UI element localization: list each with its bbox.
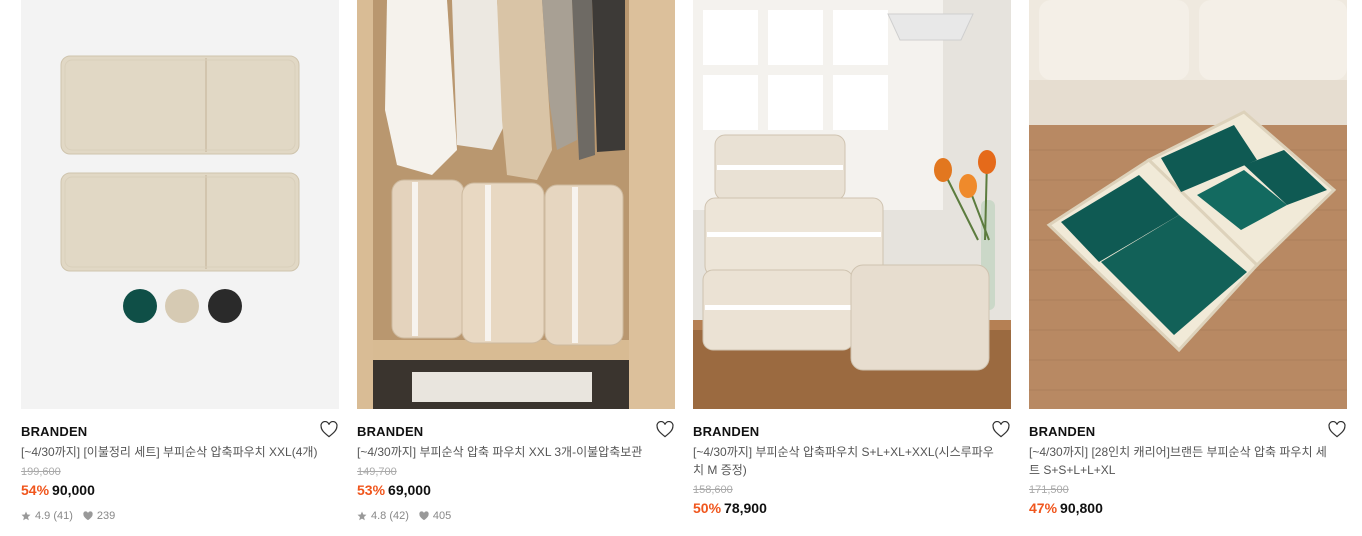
sale-price: 90,800 xyxy=(1060,500,1103,516)
original-price: 171,500 xyxy=(1029,484,1069,496)
heart-icon[interactable] xyxy=(320,421,338,438)
price-row: 53% 69,000 xyxy=(357,482,675,499)
discount-rate: 54% xyxy=(21,482,50,498)
product-image[interactable] xyxy=(693,0,1011,409)
product-photo-stacked-pouches xyxy=(693,0,1011,409)
sale-price: 78,900 xyxy=(724,500,767,516)
review-count: (41) xyxy=(53,510,73,522)
like-heart-icon xyxy=(419,511,429,521)
product-image[interactable] xyxy=(21,0,339,409)
like-heart-icon xyxy=(83,511,93,521)
star-icon xyxy=(357,511,367,521)
review-stats: 4.8 (42) 405 xyxy=(357,509,675,523)
original-price: 199,600 xyxy=(21,466,61,478)
product-card[interactable]: BRANDEN [~4/30까지] 부피순삭 압축파우치 S+L+XL+XXL(… xyxy=(693,0,1011,536)
product-card[interactable]: BRANDEN [~4/30까지] [28인치 캐리어]브랜든 부피순삭 압축 … xyxy=(1029,0,1347,536)
product-image[interactable] xyxy=(1029,0,1347,409)
product-photo-suitcase xyxy=(1029,0,1347,409)
rating-value: 4.8 xyxy=(371,510,387,522)
review-stats: 4.9 (41) 239 xyxy=(21,509,339,523)
like-count: 405 xyxy=(432,510,452,522)
like-count: 239 xyxy=(96,510,116,522)
heart-icon[interactable] xyxy=(656,421,674,438)
star-icon xyxy=(21,511,31,521)
heart-icon[interactable] xyxy=(992,421,1010,438)
product-card[interactable]: BRANDEN [~4/30까지] [이불정리 세트] 부피순삭 압축파우치 X… xyxy=(21,0,339,536)
product-grid: BRANDEN [~4/30까지] [이불정리 세트] 부피순삭 압축파우치 X… xyxy=(21,0,1347,536)
brand-name[interactable]: BRANDEN xyxy=(357,424,675,440)
color-swatch[interactable] xyxy=(123,289,157,323)
original-price: 149,700 xyxy=(357,466,397,478)
discount-rate: 50% xyxy=(693,500,722,516)
brand-name[interactable]: BRANDEN xyxy=(1029,424,1347,440)
brand-name[interactable]: BRANDEN xyxy=(21,424,339,440)
discount-rate: 53% xyxy=(357,482,386,498)
color-swatch[interactable] xyxy=(208,289,242,323)
review-count: (42) xyxy=(389,510,409,522)
price-row: 50% 78,900 xyxy=(693,500,1011,517)
price-row: 47% 90,800 xyxy=(1029,500,1347,517)
discount-rate: 47% xyxy=(1029,500,1058,516)
color-swatches xyxy=(123,289,242,323)
product-title[interactable]: [~4/30까지] 부피순삭 압축파우치 S+L+XL+XXL(시스루파우치 M… xyxy=(693,443,999,479)
brand-name[interactable]: BRANDEN xyxy=(693,424,1011,440)
sale-price: 69,000 xyxy=(388,482,431,498)
rating-value: 4.9 xyxy=(35,510,51,522)
product-title[interactable]: [~4/30까지] 부피순삭 압축 파우치 XXL 3개-이불압축보관 xyxy=(357,443,663,461)
product-photo-wardrobe xyxy=(357,0,675,409)
sale-price: 90,000 xyxy=(52,482,95,498)
product-title[interactable]: [~4/30까지] [이불정리 세트] 부피순삭 압축파우치 XXL(4개) xyxy=(21,443,327,461)
price-row: 54% 90,000 xyxy=(21,482,339,499)
product-image[interactable] xyxy=(357,0,675,409)
product-card[interactable]: BRANDEN [~4/30까지] 부피순삭 압축 파우치 XXL 3개-이불압… xyxy=(357,0,675,536)
color-swatch[interactable] xyxy=(165,289,199,323)
product-title[interactable]: [~4/30까지] [28인치 캐리어]브랜든 부피순삭 압축 파우치 세트 S… xyxy=(1029,443,1335,479)
original-price: 158,600 xyxy=(693,484,733,496)
heart-icon[interactable] xyxy=(1328,421,1346,438)
